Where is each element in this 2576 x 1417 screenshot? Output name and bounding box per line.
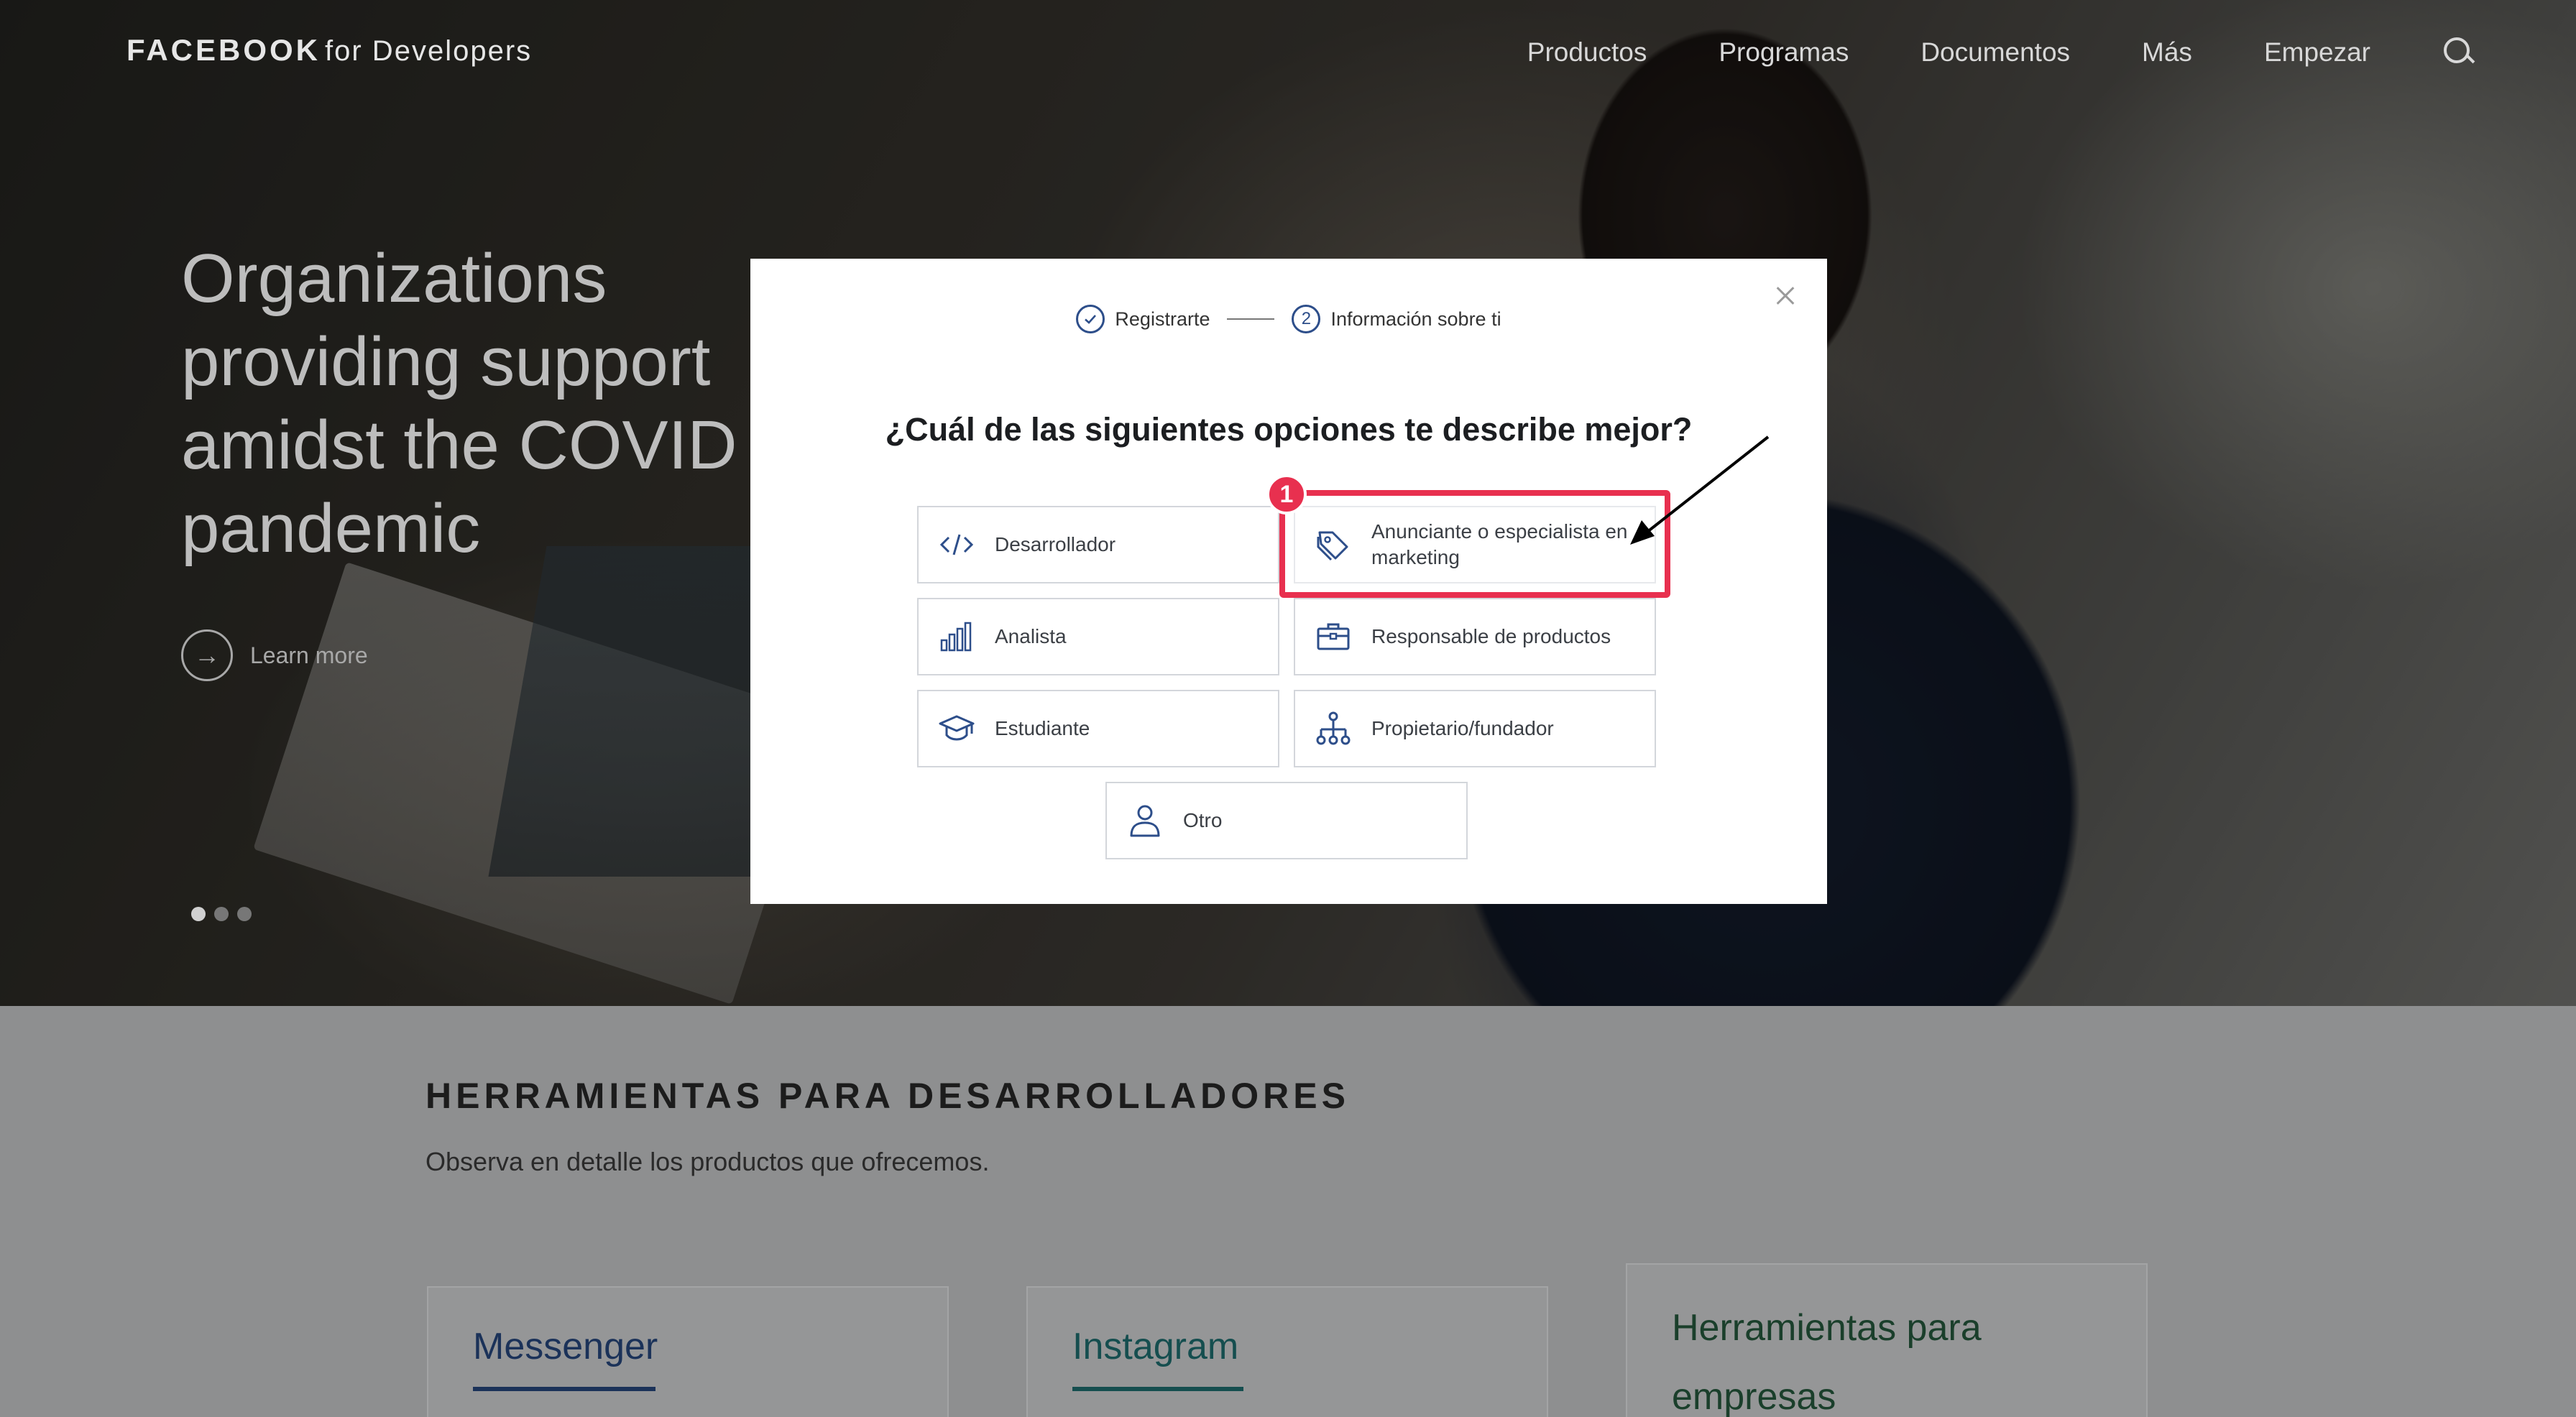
step-1-label: Registrarte [1115, 308, 1210, 330]
option-otro[interactable]: Otro [1105, 782, 1468, 859]
option-label: Estudiante [995, 717, 1090, 739]
learn-more-link[interactable]: → Learn more [181, 629, 368, 681]
step-2-label: Información sobre ti [1330, 308, 1501, 330]
card-title: Herramientas para empresas [1672, 1307, 1982, 1417]
annotation-step-badge: 1 [1266, 474, 1307, 514]
card-messenger[interactable]: Messenger [427, 1286, 949, 1417]
search-icon[interactable] [2442, 36, 2475, 69]
option-label: Desarrollador [995, 533, 1116, 555]
person-icon [1130, 805, 1160, 837]
learn-more-label: Learn more [250, 642, 368, 668]
option-label: Responsable de productos [1371, 625, 1611, 647]
org-chart-icon [1316, 711, 1351, 745]
nav-documentos[interactable]: Documentos [1920, 37, 2070, 68]
step-connector [1227, 318, 1275, 320]
check-icon [1076, 305, 1105, 333]
logo-main: FACEBOOK [126, 33, 321, 67]
carousel-dot-1[interactable] [191, 907, 206, 921]
option-analista[interactable]: Analista [917, 598, 1279, 675]
option-propietario-fundador[interactable]: Propietario/fundador [1294, 690, 1656, 767]
section-title: HERRAMIENTAS PARA DESARROLLADORES [426, 1076, 1350, 1116]
section-subtitle: Observa en detalle los productos que ofr… [426, 1147, 990, 1176]
nav-empezar[interactable]: Empezar [2264, 37, 2370, 68]
code-icon [939, 534, 974, 555]
card-title: Messenger [473, 1326, 658, 1367]
option-desarrollador[interactable]: Desarrollador [917, 506, 1279, 583]
option-label: Analista [995, 625, 1067, 647]
option-responsable-productos[interactable]: Responsable de productos [1294, 598, 1656, 675]
card-instagram[interactable]: Instagram [1026, 1286, 1548, 1417]
option-label: Propietario/fundador [1371, 717, 1554, 739]
arrow-right-icon: → [181, 629, 233, 681]
nav-mas[interactable]: Más [2142, 37, 2192, 68]
developer-tools-section: HERRAMIENTAS PARA DESARROLLADORES Observ… [0, 1006, 2576, 1417]
card-underline [1072, 1387, 1243, 1391]
briefcase-icon [1317, 623, 1350, 650]
option-estudiante[interactable]: Estudiante [917, 690, 1279, 767]
top-nav: Productos Programas Documentos Más Empez… [1527, 36, 2475, 69]
nav-programas[interactable]: Programas [1719, 37, 1849, 68]
nav-productos[interactable]: Productos [1527, 37, 1647, 68]
option-label: Otro [1183, 809, 1223, 831]
card-title: Instagram [1072, 1326, 1239, 1367]
graduation-cap-icon [939, 715, 975, 741]
card-business-tools[interactable]: Herramientas para empresas [1626, 1263, 2148, 1417]
card-underline [473, 1387, 656, 1391]
annotation-arrow-icon [1630, 435, 1770, 545]
carousel-dots [191, 907, 252, 921]
carousel-dot-2[interactable] [214, 907, 229, 921]
step-2-number: 2 [1292, 305, 1321, 333]
carousel-dot-3[interactable] [237, 907, 252, 921]
logo-sub: for Developers [325, 35, 533, 67]
bar-chart-icon [940, 622, 972, 652]
facebook-developers-logo[interactable]: FACEBOOK for Developers [126, 33, 532, 68]
stepper: Registrarte 2 Información sobre ti [750, 305, 1827, 333]
